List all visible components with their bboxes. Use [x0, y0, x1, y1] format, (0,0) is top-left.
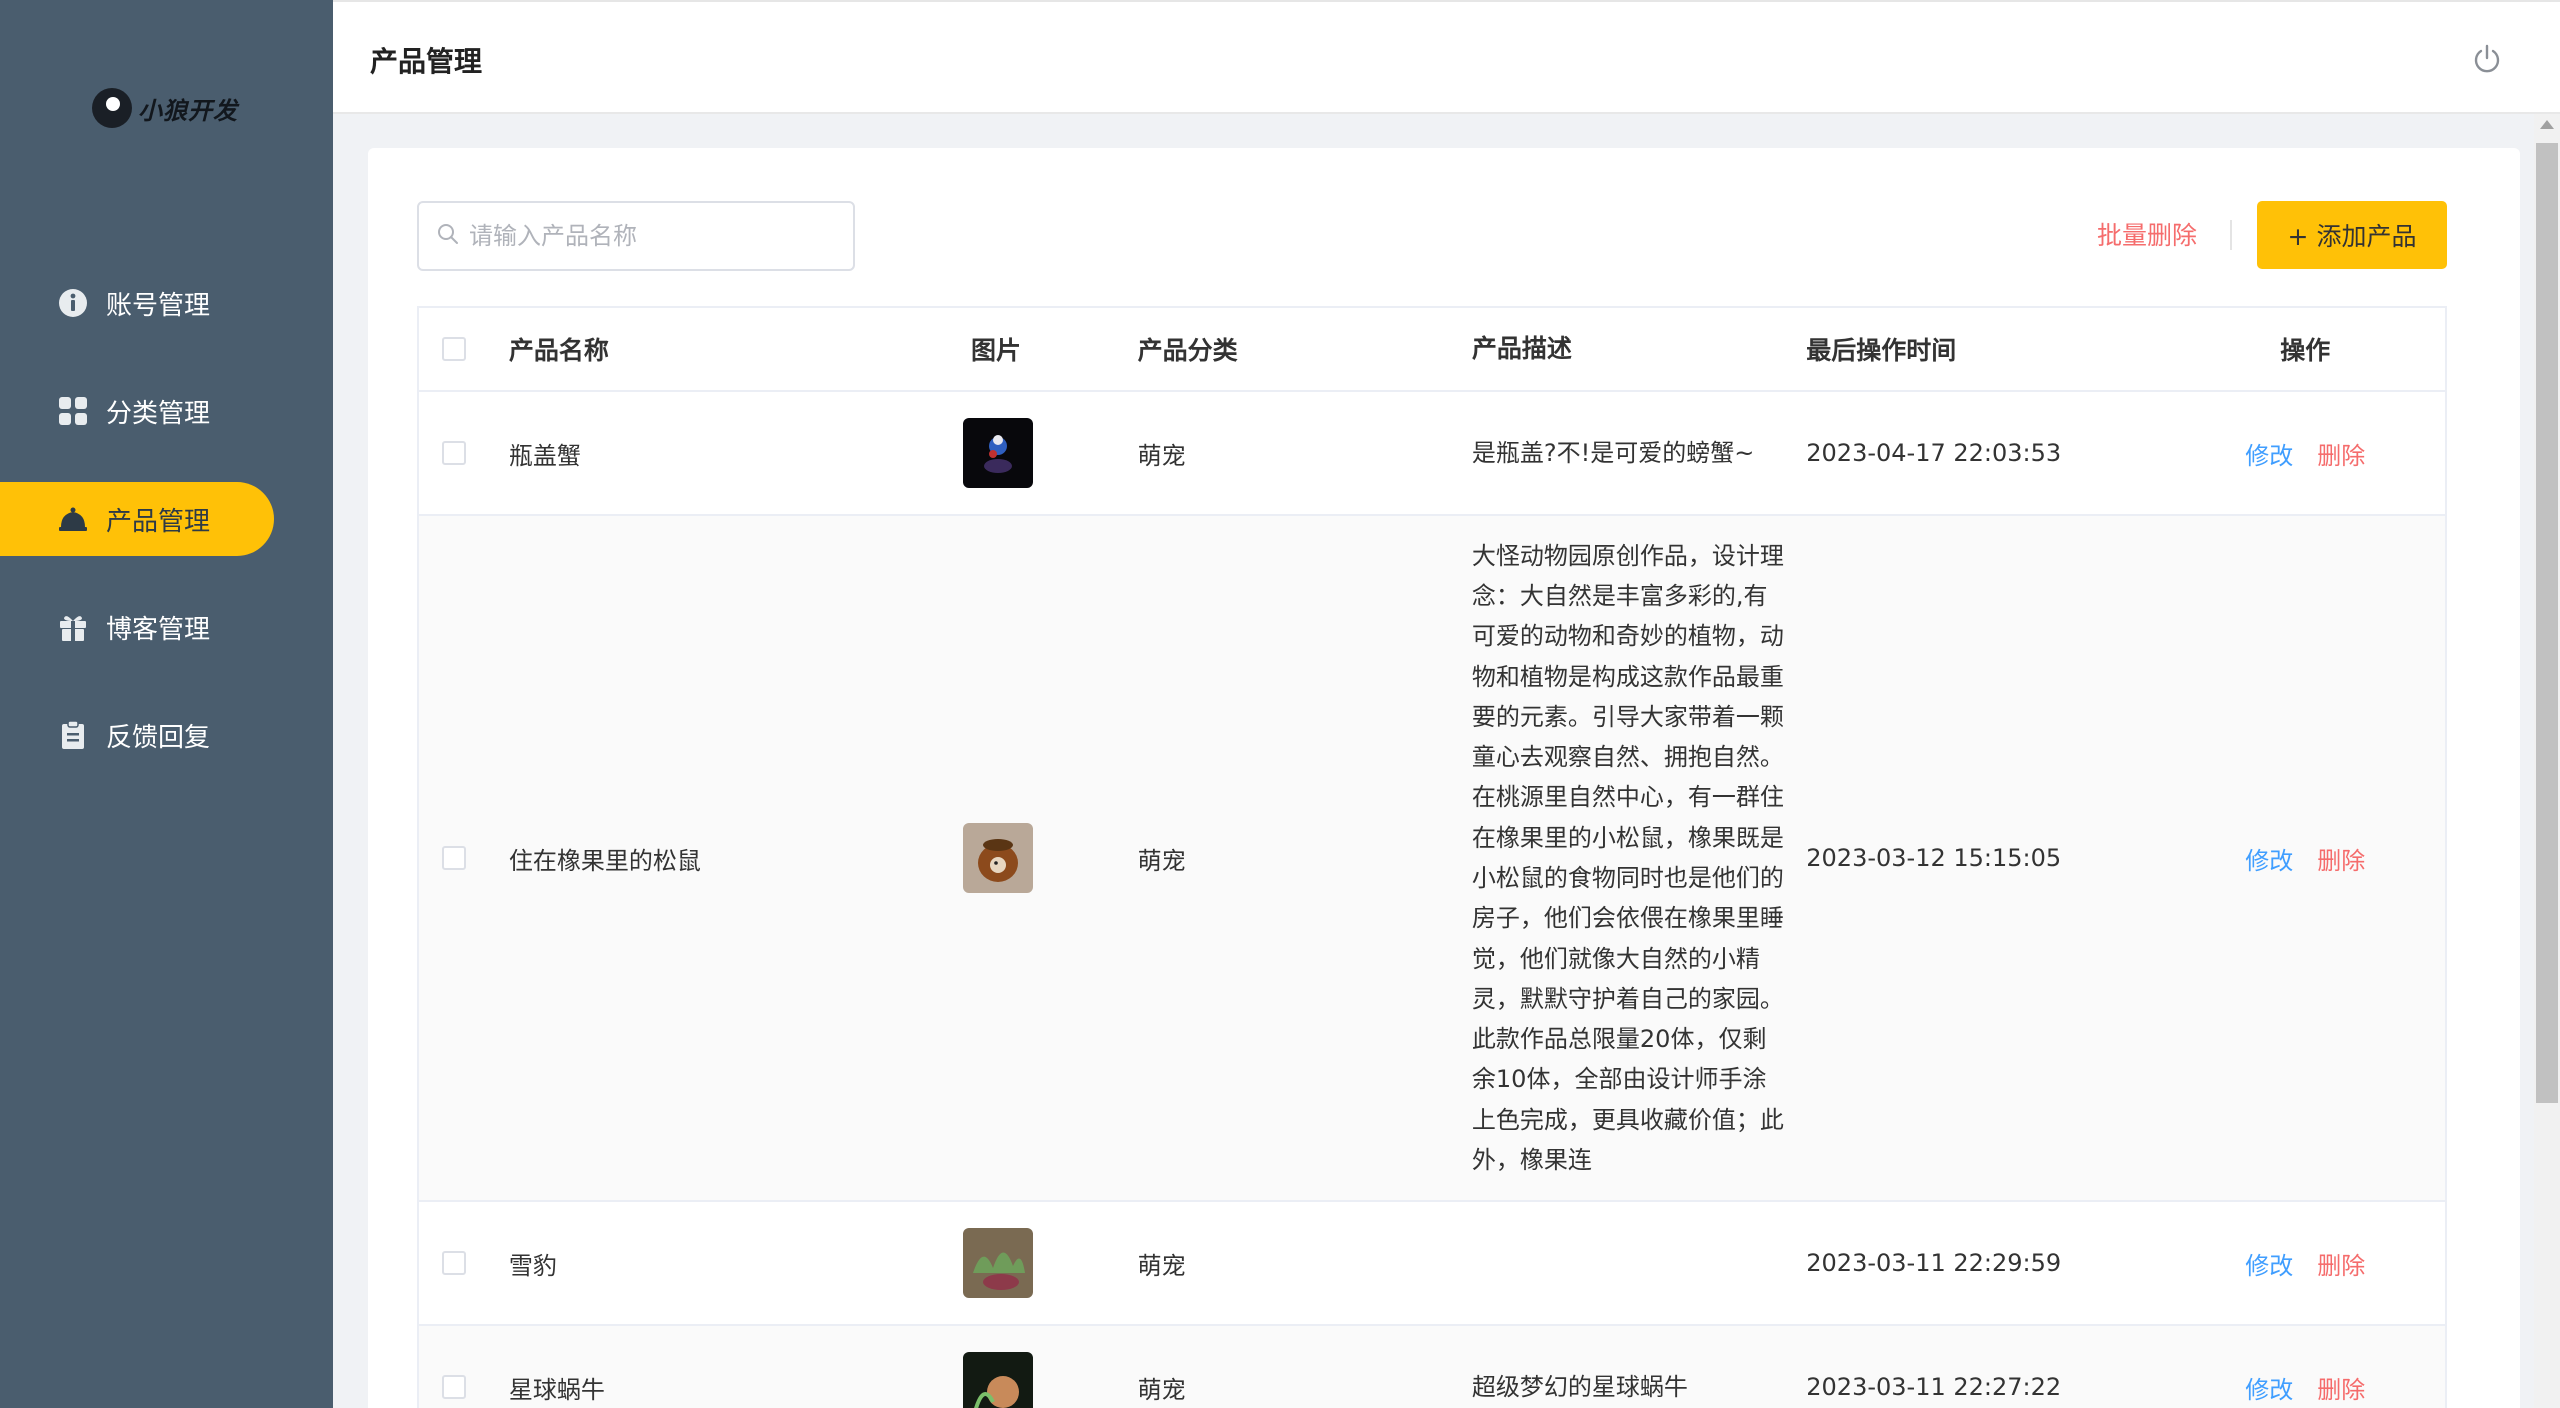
product-name: 住在橡果里的松鼠 — [508, 846, 701, 875]
product-image-cell — [962, 823, 1138, 893]
delete-link[interactable]: 删除 — [2317, 1370, 2365, 1405]
gift-icon — [58, 612, 88, 642]
table-row: 星球蜗牛 萌宠 超级梦幻的星球蜗牛 2023-03-11 22:27:22 修改… — [419, 1326, 2445, 1408]
row-actions: 修改 删除 — [2166, 436, 2445, 471]
product-name: 星球蜗牛 — [508, 1375, 605, 1404]
edit-link[interactable]: 修改 — [2245, 841, 2293, 876]
table-row: 住在橡果里的松鼠 萌宠 大怪动物园原创作品，设计理念：大自然是丰富多彩的,有可爱… — [419, 516, 2445, 1202]
sidebar-item-label: 账号管理 — [106, 290, 211, 321]
product-category: 萌宠 — [1137, 441, 1186, 470]
sidebar-item-label: 分类管理 — [106, 398, 211, 429]
row-checkbox[interactable] — [441, 1375, 466, 1399]
page-title: 产品管理 — [370, 45, 483, 78]
edit-link[interactable]: 修改 — [2245, 436, 2293, 471]
row-checkbox[interactable] — [441, 441, 466, 465]
row-checkbox[interactable] — [441, 846, 466, 870]
row-checkbox-cell — [419, 846, 489, 870]
column-header: 产品名称 — [508, 336, 609, 365]
delete-link[interactable]: 删除 — [2317, 841, 2365, 876]
product-category: 萌宠 — [1137, 1251, 1186, 1280]
toolbar-divider — [2230, 220, 2232, 250]
batch-delete-button[interactable]: 批量删除 — [2097, 216, 2197, 252]
column-header: 最后操作时间 — [1806, 336, 1957, 365]
product-image-cell — [962, 1228, 1138, 1298]
logo-mark-icon — [92, 88, 132, 128]
scroll-up-arrow-icon[interactable] — [2540, 120, 2554, 129]
sidebar-item-account[interactable]: 账号管理 — [0, 266, 333, 340]
product-description: 超级梦幻的星球蜗牛 — [1471, 1372, 1688, 1401]
product-table: 产品名称 图片 产品分类 产品描述 最后操作时间 操作 瓶盖蟹 萌宠 是瓶盖?不… — [417, 306, 2447, 1408]
edit-link[interactable]: 修改 — [2245, 1370, 2293, 1405]
sidebar-nav: 账号管理 分类管理 产品管理 博客管理 反馈回复 — [0, 266, 333, 806]
header: 产品管理 — [333, 0, 2560, 114]
sidebar-item-category[interactable]: 分类管理 — [0, 374, 333, 448]
account-info-icon — [58, 288, 88, 318]
edit-link[interactable]: 修改 — [2245, 1246, 2293, 1281]
power-icon[interactable] — [2472, 44, 2502, 74]
bell-icon — [58, 504, 88, 534]
row-actions: 修改 删除 — [2166, 1370, 2445, 1405]
column-header: 图片 — [970, 336, 1021, 365]
logo-text: 小狼开发 — [138, 96, 238, 125]
product-image-cell — [962, 1352, 1138, 1408]
product-card: 批量删除 + 添加产品 产品名称 图片 产品分类 产品描述 最后操作时间 操作 … — [368, 148, 2520, 1408]
table-header: 产品名称 图片 产品分类 产品描述 最后操作时间 操作 — [419, 308, 2445, 392]
column-header: 产品描述 — [1471, 333, 1572, 363]
select-all-checkbox[interactable] — [441, 337, 466, 361]
table-row: 瓶盖蟹 萌宠 是瓶盖?不!是可爱的螃蟹~ 2023-04-17 22:03:53… — [419, 392, 2445, 516]
header-checkbox-cell — [419, 337, 489, 361]
logo: 小狼开发 — [92, 88, 238, 128]
search-input[interactable] — [469, 222, 849, 250]
sidebar-item-feedback[interactable]: 反馈回复 — [0, 698, 333, 772]
sidebar-item-blog[interactable]: 博客管理 — [0, 590, 333, 664]
delete-link[interactable]: 删除 — [2317, 1246, 2365, 1281]
last-modified-time: 2023-03-12 15:15:05 — [1806, 844, 2062, 872]
add-product-button[interactable]: + 添加产品 — [2257, 201, 2447, 269]
product-thumbnail — [962, 1352, 1033, 1408]
last-modified-time: 2023-03-11 22:29:59 — [1806, 1249, 2062, 1277]
product-category: 萌宠 — [1137, 1375, 1186, 1404]
product-description: 大怪动物园原创作品，设计理念：大自然是丰富多彩的,有可爱的动物和奇妙的植物，动物… — [1471, 541, 1784, 1175]
sidebar-item-label: 产品管理 — [106, 506, 211, 537]
column-header: 产品分类 — [1137, 336, 1238, 365]
delete-link[interactable]: 删除 — [2317, 436, 2365, 471]
product-category: 萌宠 — [1137, 846, 1186, 875]
row-checkbox-cell — [419, 1251, 489, 1275]
product-thumbnail — [962, 823, 1033, 893]
product-description: 是瓶盖?不!是可爱的螃蟹~ — [1471, 438, 1755, 467]
column-header: 操作 — [2280, 336, 2331, 365]
product-name: 雪豹 — [508, 1251, 557, 1280]
product-thumbnail — [962, 1228, 1033, 1298]
row-actions: 修改 删除 — [2166, 841, 2445, 876]
sidebar-item-label: 博客管理 — [106, 614, 211, 645]
product-name: 瓶盖蟹 — [508, 441, 581, 470]
product-thumbnail — [962, 418, 1033, 488]
search-box[interactable] — [417, 201, 855, 271]
last-modified-time: 2023-04-17 22:03:53 — [1806, 439, 2062, 467]
scrollbar-thumb[interactable] — [2536, 143, 2558, 1103]
product-image-cell — [962, 418, 1138, 488]
sidebar-item-label: 反馈回复 — [106, 722, 211, 753]
sidebar-item-product[interactable]: 产品管理 — [0, 482, 274, 556]
table-row: 雪豹 萌宠 2023-03-11 22:29:59 修改 删除 — [419, 1202, 2445, 1326]
search-icon — [437, 223, 459, 249]
sidebar: 小狼开发 账号管理 分类管理 产品管理 博客管理 反馈回复 — [0, 0, 333, 1408]
last-modified-time: 2023-03-11 22:27:22 — [1806, 1373, 2062, 1401]
row-actions: 修改 删除 — [2166, 1246, 2445, 1281]
row-checkbox-cell — [419, 1375, 489, 1399]
row-checkbox[interactable] — [441, 1251, 466, 1275]
row-checkbox-cell — [419, 441, 489, 465]
grid-icon — [58, 396, 88, 426]
clipboard-icon — [58, 720, 88, 750]
